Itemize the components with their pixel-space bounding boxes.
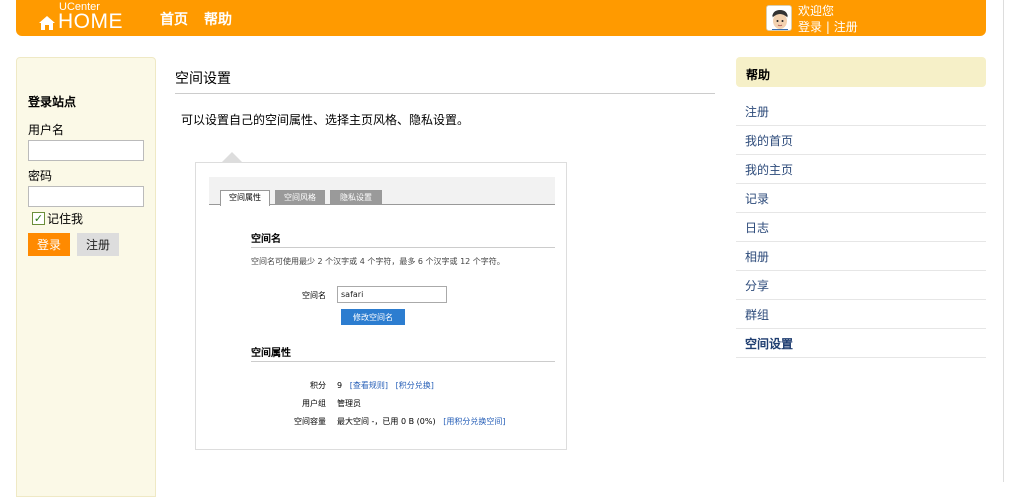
points-exchange-link[interactable]: [积分兑换] <box>396 381 434 390</box>
login-button[interactable]: 登录 <box>28 233 70 256</box>
user-links: 登录 | 注册 <box>798 18 858 35</box>
space-name-note: 空间名可使用最少 2 个汉字或 4 个字符，最多 6 个汉字或 12 个字符。 <box>251 257 505 266</box>
help-item-groups[interactable]: 群组 <box>736 300 986 329</box>
avatar-face-icon <box>767 6 791 30</box>
capacity-value: 最大空间 -，已用 0 B (0%) <box>337 417 436 426</box>
avatar[interactable] <box>766 5 792 31</box>
user-group-value: 管理员 <box>337 399 361 408</box>
title-divider <box>175 93 715 94</box>
user-box: 欢迎您 登录 | 注册 <box>764 2 974 34</box>
tab-privacy[interactable]: 隐私设置 <box>330 190 382 205</box>
tab-space-properties[interactable]: 空间属性 <box>220 190 270 206</box>
password-label: 密码 <box>28 169 53 183</box>
attributes-divider <box>251 361 555 362</box>
view-rules-link[interactable]: [查看规则] <box>350 381 388 390</box>
help-item-my-home[interactable]: 我的首页 <box>736 126 986 155</box>
space-name-input[interactable]: safari <box>337 286 447 303</box>
capacity-exchange-link[interactable]: [用积分兑换空间] <box>443 417 505 426</box>
capacity-row: 最大空间 -，已用 0 B (0%) [用积分兑换空间] <box>337 416 505 427</box>
help-item-album[interactable]: 相册 <box>736 242 986 271</box>
main-nav: 首页 帮助 <box>160 9 232 29</box>
rename-space-button[interactable]: 修改空间名 <box>341 309 405 325</box>
help-title: 帮助 <box>736 57 986 87</box>
settings-preview: 空间属性 空间风格 隐私设置 空间名 空间名可使用最少 2 个汉字或 4 个字符… <box>195 162 567 450</box>
username-label: 用户名 <box>28 123 65 137</box>
points-row: 9 [查看规则] [积分兑换] <box>337 380 434 391</box>
attributes-heading: 空间属性 <box>251 348 291 359</box>
header-register-link[interactable]: 注册 <box>834 20 858 34</box>
user-group-label: 用户组 <box>302 399 326 408</box>
password-input[interactable] <box>28 186 144 207</box>
settings-tabbar: 空间属性 空间风格 隐私设置 <box>209 177 555 206</box>
nav-home-link[interactable]: 首页 <box>160 9 188 29</box>
help-sidebar: 帮助 注册 我的首页 我的主页 记录 日志 相册 分享 群组 空间设置 <box>736 57 986 358</box>
help-item-register[interactable]: 注册 <box>736 97 986 126</box>
preview-pointer <box>222 152 242 162</box>
page-intro: 可以设置自己的空间属性、选择主页风格、隐私设置。 <box>181 113 470 127</box>
help-item-share[interactable]: 分享 <box>736 271 986 300</box>
points-value: 9 <box>337 381 343 390</box>
login-sidebar: 登录站点 用户名 密码 ✓ 记住我 登录 注册 <box>16 57 156 497</box>
nav-help-link[interactable]: 帮助 <box>204 9 232 29</box>
help-item-blog[interactable]: 日志 <box>736 213 986 242</box>
home-icon <box>39 16 55 30</box>
space-name-divider <box>251 247 555 248</box>
capacity-label: 空间容量 <box>294 417 326 426</box>
help-item-space-settings[interactable]: 空间设置 <box>736 329 986 358</box>
remember-checkbox[interactable]: ✓ <box>32 212 45 225</box>
help-item-records[interactable]: 记录 <box>736 184 986 213</box>
register-button[interactable]: 注册 <box>77 233 119 256</box>
remember-label: 记住我 <box>47 212 84 226</box>
tab-space-style[interactable]: 空间风格 <box>275 190 325 205</box>
window-edge <box>1003 0 1004 482</box>
username-input[interactable] <box>28 140 144 161</box>
help-list: 注册 我的首页 我的主页 记录 日志 相册 分享 群组 空间设置 <box>736 97 986 358</box>
space-name-heading: 空间名 <box>251 234 281 245</box>
welcome-text: 欢迎您 <box>798 4 835 18</box>
top-header-bar: UCenter HOME 首页 帮助 欢迎您 登录 | 注册 <box>16 0 986 36</box>
page-title: 空间设置 <box>175 71 231 87</box>
logo-home-text: HOME <box>58 10 123 33</box>
login-title: 登录站点 <box>28 95 77 109</box>
header-login-link[interactable]: 登录 <box>798 20 822 34</box>
space-name-label: 空间名 <box>302 291 326 300</box>
header-link-separator: | <box>825 20 830 34</box>
help-item-my-page[interactable]: 我的主页 <box>736 155 986 184</box>
site-logo[interactable]: UCenter HOME <box>38 0 128 36</box>
points-label: 积分 <box>310 381 326 390</box>
remember-me[interactable]: ✓ 记住我 <box>32 210 83 227</box>
